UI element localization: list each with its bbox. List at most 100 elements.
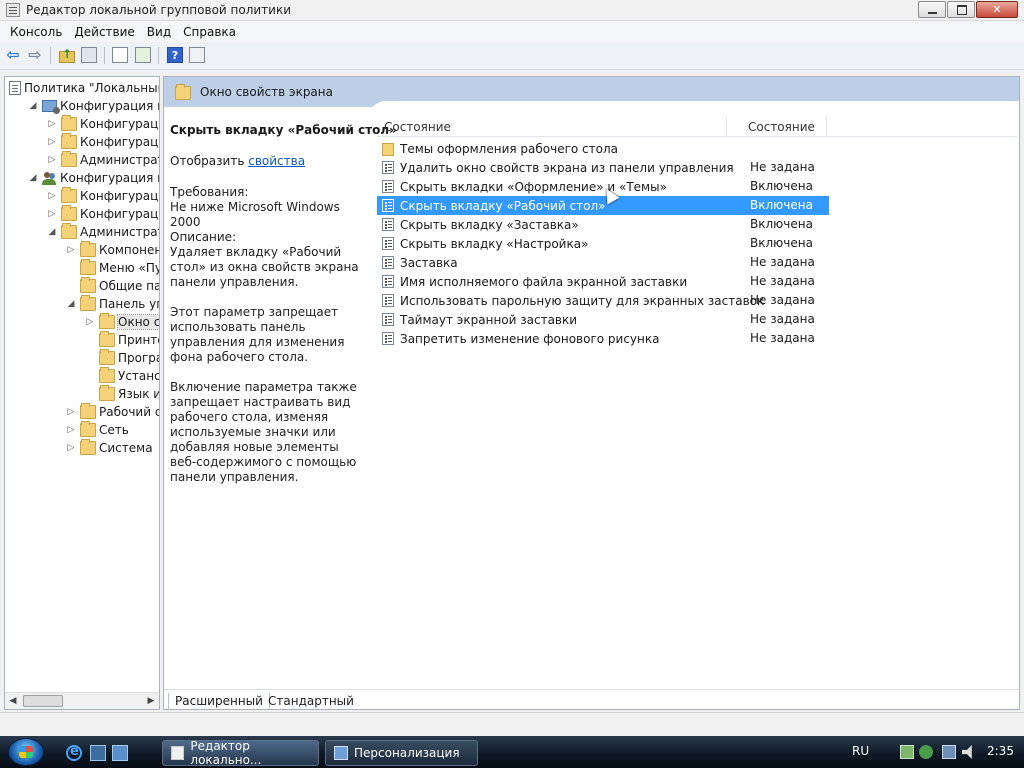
window-title: Редактор локальной групповой политики: [26, 3, 292, 17]
tree-item[interactable]: Принтеры: [85, 331, 159, 349]
help-button[interactable]: ?: [166, 46, 184, 64]
tree-item[interactable]: ▷ Конфигурация п: [47, 187, 159, 205]
start-button[interactable]: [8, 738, 44, 766]
tree-item[interactable]: Язык и ре: [85, 385, 159, 403]
list-item-setting[interactable]: Скрыть вкладку «Заставка» Включена: [377, 215, 829, 234]
switch-windows-icon[interactable]: [90, 745, 106, 761]
collapsed-arrow-icon[interactable]: ▷: [85, 317, 95, 327]
tree-item[interactable]: ▷ Компоненты: [66, 241, 159, 259]
menu-help[interactable]: Справка: [177, 25, 242, 39]
list-item-setting[interactable]: Таймаут экранной заставки Не задана: [377, 310, 829, 329]
maximize-button[interactable]: [947, 1, 975, 18]
tree-item[interactable]: ▷ Рабочий сто: [66, 403, 159, 421]
tree-item[interactable]: ▷ Конфигурация W: [47, 205, 159, 223]
collapsed-arrow-icon[interactable]: ▷: [47, 191, 57, 201]
list-item-setting[interactable]: Имя исполняемого файла экранной заставки…: [377, 272, 829, 291]
list-item-setting[interactable]: Запретить изменение фонового рисунка Не з…: [377, 329, 829, 348]
column-divider[interactable]: [826, 117, 827, 137]
computer-icon: [42, 100, 60, 114]
tree-item[interactable]: ◢ Панель упра: [66, 295, 159, 313]
settings-list: Состояние Состояние Темы оформления рабо…: [377, 117, 1017, 687]
tree-item[interactable]: ▷ Конфигурация п: [47, 115, 159, 133]
collapsed-arrow-icon[interactable]: ▷: [66, 245, 76, 255]
tree-item[interactable]: Политика "Локальный: [9, 79, 159, 97]
toolbar-separator: [158, 47, 159, 64]
tree-item-label: Конфигурация W: [80, 207, 159, 221]
tree-item[interactable]: ▷ Конфигурация W: [47, 133, 159, 151]
column-state[interactable]: Состояние: [748, 120, 815, 134]
tree-item[interactable]: ▷ Окно сво: [85, 313, 159, 331]
tray-app-icon[interactable]: [900, 745, 914, 759]
properties-button[interactable]: [111, 46, 129, 64]
list-item-setting[interactable]: Удалить окно свойств экрана из панели уп…: [377, 158, 829, 177]
tree-item[interactable]: Программ: [85, 349, 159, 367]
volume-icon[interactable]: [962, 745, 972, 759]
collapsed-arrow-icon[interactable]: ▷: [47, 137, 57, 147]
scroll-thumb[interactable]: [23, 695, 63, 707]
description-para3: Включение параметра также запрещает наст…: [170, 380, 357, 484]
back-button[interactable]: ⇦: [4, 46, 22, 64]
status-bar: [0, 712, 1024, 734]
taskbar-button-policy-editor[interactable]: Редактор локально...: [162, 739, 319, 767]
users-icon: [42, 171, 57, 185]
collapsed-arrow-icon[interactable]: ▷: [47, 119, 57, 129]
clock[interactable]: 2:35: [987, 744, 1014, 758]
collapsed-arrow-icon[interactable]: ▷: [66, 443, 76, 453]
language-indicator[interactable]: RU: [852, 744, 869, 758]
collapsed-arrow-icon[interactable]: ▷: [66, 407, 76, 417]
network-icon[interactable]: [942, 745, 956, 759]
minimize-button[interactable]: [918, 1, 946, 18]
expanded-arrow-icon[interactable]: ◢: [66, 299, 76, 309]
setting-state: Не задана: [750, 312, 815, 326]
close-button[interactable]: [976, 1, 1018, 18]
tree-item[interactable]: ◢ Административн: [47, 223, 159, 241]
tree-item[interactable]: ▷ Сеть: [66, 421, 129, 439]
expanded-arrow-icon[interactable]: ◢: [28, 173, 38, 183]
internet-explorer-icon[interactable]: [66, 744, 82, 761]
menu-console[interactable]: Консоль: [4, 25, 68, 39]
tree-item[interactable]: Установка: [85, 367, 159, 385]
export-list-button[interactable]: [134, 46, 152, 64]
tree-item[interactable]: ▷ Система: [66, 439, 153, 457]
list-item-folder[interactable]: Темы оформления рабочего стола: [377, 139, 829, 158]
list-item-setting[interactable]: Использовать парольную защиту для экранн…: [377, 291, 829, 310]
column-setting[interactable]: Состояние: [384, 120, 451, 134]
scroll-left-icon[interactable]: ◀: [5, 693, 21, 709]
expanded-arrow-icon[interactable]: ◢: [28, 101, 38, 111]
folder-icon: [61, 151, 77, 167]
tree-horizontal-scrollbar[interactable]: ◀ ▶: [5, 692, 159, 709]
menu-action[interactable]: Действие: [68, 25, 140, 39]
collapsed-arrow-icon[interactable]: ▷: [47, 209, 57, 219]
tree-item[interactable]: Общие папки: [66, 277, 159, 295]
policy-editor-icon: [6, 3, 20, 17]
tab-extended[interactable]: Расширенный: [168, 693, 270, 709]
folder-icon: [80, 403, 96, 419]
collapsed-arrow-icon[interactable]: ▷: [66, 425, 76, 435]
tree-item[interactable]: ▷ Административн: [47, 151, 159, 169]
scroll-right-icon[interactable]: ▶: [143, 693, 159, 709]
column-divider[interactable]: [726, 117, 727, 137]
list-item-setting[interactable]: Скрыть вкладку «Настройка» Включена: [377, 234, 829, 253]
list-item-setting[interactable]: Скрыть вкладку «Рабочий стол» Включена: [377, 196, 829, 215]
folder-icon: [61, 115, 77, 131]
properties-link[interactable]: свойства: [248, 154, 305, 168]
expanded-arrow-icon[interactable]: ◢: [47, 227, 57, 237]
show-hide-tree-button[interactable]: [80, 46, 98, 64]
tree-item[interactable]: ◢ Конфигурация поль: [28, 169, 159, 187]
help-icon: ?: [167, 47, 183, 63]
collapsed-arrow-icon[interactable]: ▷: [47, 155, 57, 165]
tab-standard[interactable]: Стандартный: [262, 693, 360, 709]
setting-name: Таймаут экранной заставки: [400, 312, 578, 327]
forward-button[interactable]: ⇨: [26, 46, 44, 64]
menu-view[interactable]: Вид: [141, 25, 177, 39]
taskbar-button-personalization[interactable]: Персонализация: [325, 740, 478, 766]
list-item-setting[interactable]: Заставка Не задана: [377, 253, 829, 272]
tree-item[interactable]: ◢ Конфигурация комп: [28, 97, 159, 115]
tray-security-icon[interactable]: [919, 745, 933, 759]
up-level-button[interactable]: [58, 46, 76, 64]
show-desktop-icon[interactable]: [112, 745, 128, 761]
filter-button[interactable]: [188, 46, 206, 64]
tree-item[interactable]: Меню «Пуск: [66, 259, 159, 277]
